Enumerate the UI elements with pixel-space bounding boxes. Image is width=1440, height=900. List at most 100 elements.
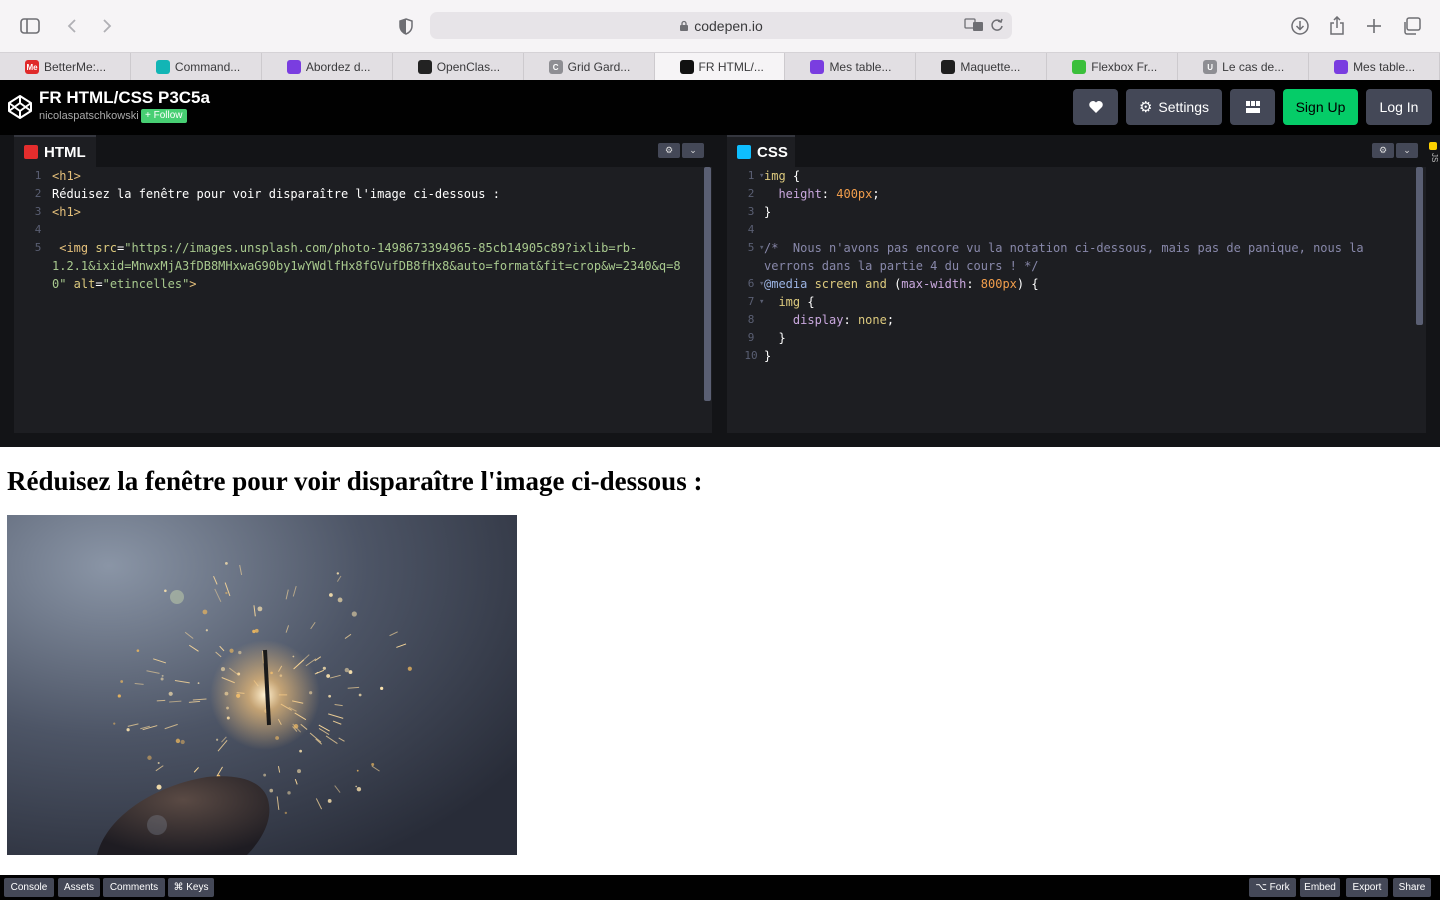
line-number: 1 xyxy=(34,169,42,182)
spark-dot xyxy=(299,749,303,753)
spark-dot xyxy=(225,562,228,565)
new-tab-icon[interactable] xyxy=(1362,14,1386,38)
spark-dot xyxy=(164,589,167,593)
code-token: @media xyxy=(764,277,808,291)
code-token: ; xyxy=(872,187,880,201)
html-collapse-icon[interactable]: ⌄ xyxy=(682,143,704,158)
browser-tab[interactable]: Me BetterMe:... xyxy=(0,53,131,81)
editor-resizer[interactable] xyxy=(0,135,14,433)
css-settings-icon[interactable]: ⚙ xyxy=(1372,143,1394,158)
browser-tab[interactable]: Flexbox Fr... xyxy=(1047,53,1179,81)
css-scrollbar[interactable] xyxy=(1416,167,1423,325)
html-scrollbar[interactable] xyxy=(704,167,711,401)
sidebar-toggle-icon[interactable] xyxy=(18,14,42,38)
favicon-icon xyxy=(1072,60,1087,74)
line-number: 3 xyxy=(34,205,42,218)
css-collapse-icon[interactable]: ⌄ xyxy=(1396,143,1418,158)
code-token: <h1> xyxy=(52,205,81,219)
spark-dot xyxy=(147,755,152,760)
reload-icon[interactable] xyxy=(990,17,1004,33)
spark-dot xyxy=(113,722,116,725)
back-icon[interactable] xyxy=(60,14,84,38)
spark-dot xyxy=(126,728,130,732)
code-token: max-width xyxy=(901,277,967,291)
footer-button[interactable]: Share xyxy=(1393,878,1431,897)
line-number: 2 xyxy=(34,187,42,200)
editors-area: HTML ⚙ ⌄ 1 <h1> 2 Réduisez la fenêtre pour … xyxy=(0,135,1440,447)
spark-dot xyxy=(205,629,208,632)
code-token: <img xyxy=(52,241,96,255)
spark-dot xyxy=(269,788,274,793)
translate-icon[interactable] xyxy=(964,17,984,33)
footer-button[interactable]: Assets xyxy=(58,878,100,897)
line-number: 2 xyxy=(747,187,755,200)
pen-author[interactable]: nicolaspatschkowski xyxy=(39,110,139,122)
heart-button[interactable] xyxy=(1073,89,1118,125)
spark-dot xyxy=(356,769,359,772)
spark-dot xyxy=(327,799,332,803)
browser-tab[interactable]: OpenClas... xyxy=(393,53,524,81)
footer-button[interactable]: Console xyxy=(4,878,54,897)
browser-tab[interactable]: Mes table... xyxy=(1309,53,1440,81)
code-token: Réduisez la fenêtre pour voir disparaîtr… xyxy=(52,187,500,201)
browser-tab[interactable]: Mes table... xyxy=(785,53,917,81)
footer-button[interactable]: Export xyxy=(1346,878,1388,897)
code-token: none xyxy=(857,313,887,327)
line-number: 3 xyxy=(747,205,755,218)
layout-button[interactable] xyxy=(1230,89,1275,125)
privacy-shield-icon[interactable] xyxy=(394,14,418,38)
browser-tab[interactable]: C Grid Gard... xyxy=(524,53,655,81)
html-editor-tab[interactable]: HTML xyxy=(14,135,96,167)
footer-button[interactable]: Embed xyxy=(1300,878,1340,897)
css-editor-tab[interactable]: CSS xyxy=(727,135,795,167)
browser-tab[interactable]: Maquette... xyxy=(916,53,1048,81)
codepen-logo-icon[interactable] xyxy=(7,94,33,120)
layout-icon xyxy=(1245,101,1260,113)
spark-dot xyxy=(225,591,228,595)
spark-dot xyxy=(120,680,124,683)
address-text: codepen.io xyxy=(694,17,763,34)
settings-label: Settings xyxy=(1158,99,1210,115)
sign-up-button[interactable]: Sign Up xyxy=(1283,89,1358,125)
follow-button[interactable]: + Follow xyxy=(141,109,187,123)
tab-overview-icon[interactable] xyxy=(1400,14,1424,38)
browser-tab[interactable]: Abordez d... xyxy=(262,53,393,81)
spark-dot xyxy=(322,666,326,670)
code-token: > xyxy=(189,277,197,291)
downloads-icon[interactable] xyxy=(1288,14,1312,38)
footer-button[interactable]: ⌥ Fork xyxy=(1249,878,1296,897)
pen-title[interactable]: FR HTML/CSS P3C5a xyxy=(39,88,210,108)
css-icon xyxy=(737,145,751,159)
favicon-icon xyxy=(417,60,432,74)
spark-dot xyxy=(263,773,267,777)
codepen-header: FR HTML/CSS P3C5a nicolaspatschkowski + … xyxy=(0,80,1440,135)
share-icon[interactable] xyxy=(1325,14,1349,38)
spark-dot xyxy=(358,693,362,697)
code-token: ( xyxy=(886,277,902,291)
html-settings-icon[interactable]: ⚙ xyxy=(658,143,680,158)
html-editor[interactable]: HTML ⚙ ⌄ 1 <h1> 2 Réduisez la fenêtre pour … xyxy=(14,135,712,433)
code-token: : xyxy=(966,277,981,291)
code-token: "etincelles" xyxy=(102,277,190,291)
code-token: and xyxy=(865,277,887,291)
line-number: 4 xyxy=(747,223,755,236)
browser-tab-label: OpenClas... xyxy=(436,60,501,74)
settings-button[interactable]: ⚙ Settings xyxy=(1126,89,1222,125)
css-editor[interactable]: CSS ⚙ ⌄ 1 ▾ img {2 height: 400px; 3} 4 5 ▾/* N… xyxy=(727,135,1426,433)
browser-tab[interactable]: U Le cas de... xyxy=(1178,53,1310,81)
footer-button[interactable]: Comments xyxy=(103,878,165,897)
html-tab-label: HTML xyxy=(44,143,86,161)
browser-tab[interactable]: Command... xyxy=(131,53,262,81)
footer-button[interactable]: ⌘ Keys xyxy=(168,878,214,897)
code-token: screen xyxy=(807,277,866,291)
spark-dot xyxy=(380,686,384,690)
code-token: display xyxy=(764,313,844,327)
code-token: verrons dans la partie 4 du cours ! */ xyxy=(764,259,1039,273)
code-token: { xyxy=(785,169,801,183)
js-icon xyxy=(1429,142,1437,150)
js-editor-collapsed[interactable]: JS xyxy=(1426,135,1440,433)
address-bar[interactable]: codepen.io xyxy=(430,12,1012,39)
log-in-button[interactable]: Log In xyxy=(1366,89,1432,125)
forward-icon[interactable] xyxy=(95,14,119,38)
browser-tab[interactable]: FR HTML/... xyxy=(654,53,786,81)
